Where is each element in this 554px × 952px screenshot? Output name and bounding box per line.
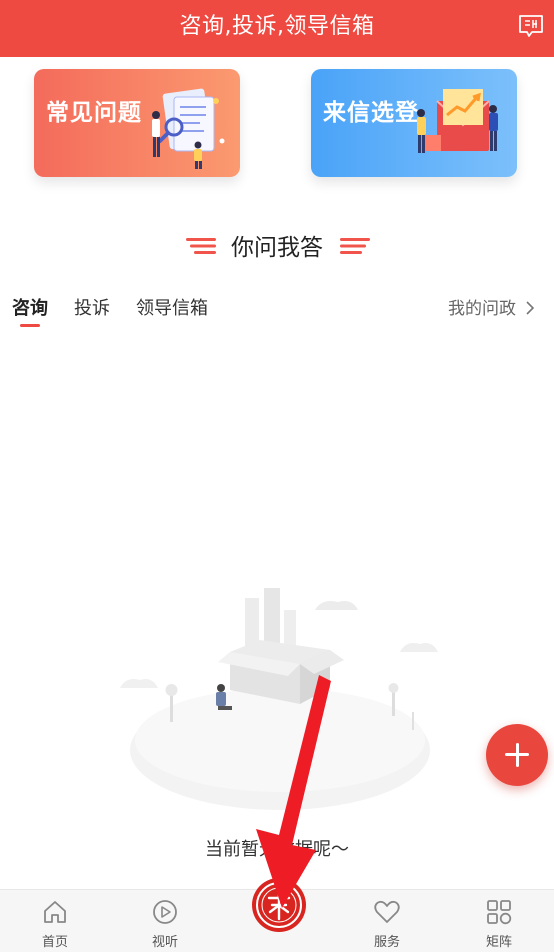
home-icon: [44, 901, 66, 923]
heart-icon: [374, 900, 400, 923]
title-right-stripes-icon: [340, 238, 370, 254]
faq-illustration-icon: [152, 88, 225, 169]
nav-label-home: 首页: [41, 935, 68, 950]
center-logo-icon: [256, 882, 302, 928]
faq-card[interactable]: 常见问题: [34, 69, 240, 177]
nav-label-media: 视听: [151, 935, 178, 950]
tab-consult[interactable]: 咨询: [12, 294, 48, 324]
letters-card[interactable]: 来信选登: [311, 69, 517, 177]
nav-item-matrix[interactable]: 矩阵: [459, 890, 539, 951]
section-title: 你问我答: [231, 235, 323, 261]
nav-item-service[interactable]: 服务: [347, 890, 427, 951]
empty-state-text: 当前暂无数据呢～: [205, 839, 349, 860]
nav-item-media[interactable]: 视听: [125, 890, 205, 951]
grid-icon: [487, 900, 512, 925]
my-inquiries-link[interactable]: 我的问政: [448, 294, 535, 319]
center-logo-button[interactable]: [252, 878, 306, 932]
active-tab-indicator: [20, 324, 40, 327]
empty-state-illustration: [120, 588, 438, 810]
tab-complaint[interactable]: 投诉: [74, 294, 110, 324]
plus-icon-vertical: [515, 743, 519, 767]
nav-label-matrix: 矩阵: [485, 935, 512, 950]
page-title: 咨询,投诉,领导信箱: [179, 14, 375, 39]
news-tag-icon[interactable]: [518, 14, 544, 38]
nav-item-home[interactable]: 首页: [15, 890, 95, 951]
play-icon: [153, 900, 177, 924]
nav-label-service: 服务: [373, 935, 400, 950]
my-inquiries-label: 我的问政: [448, 299, 516, 319]
letters-illustration-icon: [417, 89, 498, 153]
chevron-right-icon: [526, 301, 535, 315]
tab-leader-mailbox[interactable]: 领导信箱: [136, 294, 208, 324]
